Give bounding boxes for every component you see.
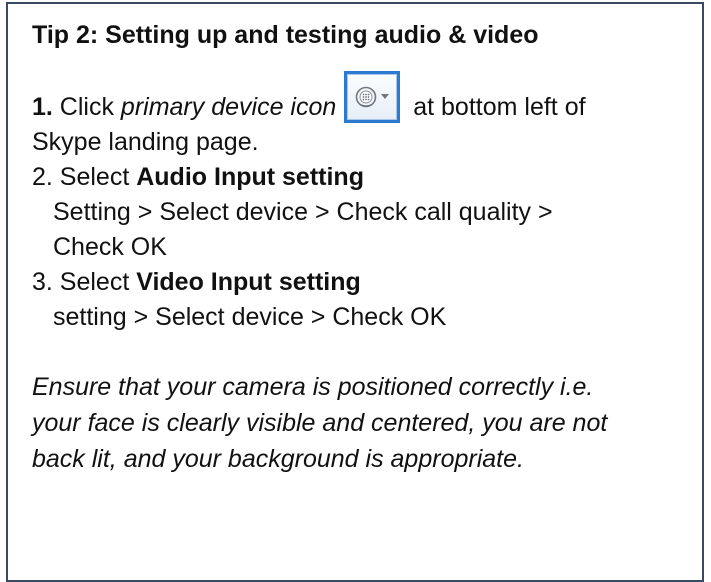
step-3: 3. Select Video Input setting setting > … xyxy=(32,265,678,335)
microphone-grid-icon xyxy=(355,86,377,108)
step-1: 1. Click primary device icon at bottom l… xyxy=(32,71,678,160)
step-2-bold: Audio Input setting xyxy=(136,163,364,191)
step-1-text-after: at bottom left of xyxy=(406,93,586,121)
step-1-number: 1. xyxy=(32,93,53,121)
primary-device-icon xyxy=(344,71,401,123)
step-3-detail-line-1: setting > Select device > Check OK xyxy=(53,303,447,331)
step-2-line: 2. Select Audio Input setting xyxy=(32,160,678,195)
step-1-emphasis: primary device icon xyxy=(120,93,337,121)
step-1-continuation: Skype landing page. xyxy=(32,128,259,156)
step-3-bold: Video Input setting xyxy=(136,268,361,296)
note-line-1: Ensure that your camera is positioned co… xyxy=(32,373,594,401)
step-2-prefix: 2. Select xyxy=(32,163,137,191)
camera-note: Ensure that your camera is positioned co… xyxy=(32,369,678,477)
tip-box: Tip 2: Setting up and testing audio & vi… xyxy=(6,2,704,582)
note-line-3: back lit, and your background is appropr… xyxy=(32,445,524,473)
chevron-down-icon xyxy=(381,94,390,99)
step-1-text-before: Click xyxy=(52,93,121,121)
step-3-line: 3. Select Video Input setting xyxy=(32,265,678,300)
step-2: 2. Select Audio Input setting Setting > … xyxy=(32,160,678,265)
step-3-prefix: 3. Select xyxy=(32,268,137,296)
step-1-line: 1. Click primary device icon at bottom l… xyxy=(32,71,678,125)
step-2-detail-line-2: Check OK xyxy=(53,233,167,261)
tip-title: Tip 2: Setting up and testing audio & vi… xyxy=(32,21,539,49)
step-2-detail-line-1: Setting > Select device > Check call qua… xyxy=(53,198,553,226)
note-line-2: your face is clearly visible and centere… xyxy=(32,409,608,437)
